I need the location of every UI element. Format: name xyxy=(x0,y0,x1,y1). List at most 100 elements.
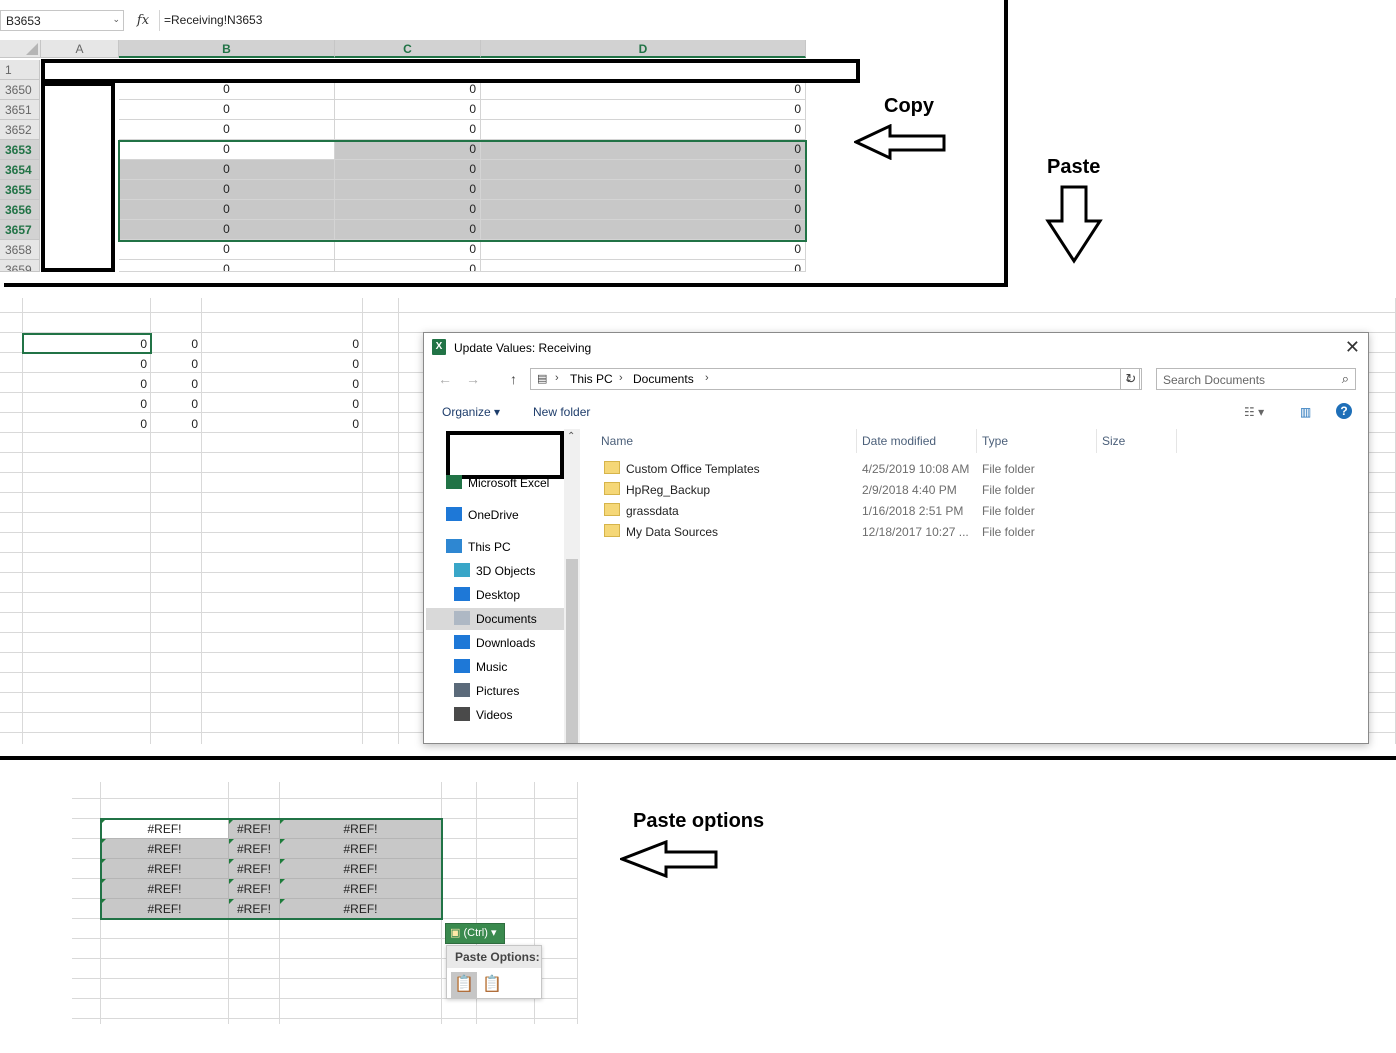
pasted-cell[interactable]: 0 xyxy=(150,357,198,371)
cell-d[interactable]: 0 xyxy=(481,260,806,272)
nav-item[interactable]: 3D Objects xyxy=(454,560,535,582)
nav-scrollbar[interactable]: ⌃ xyxy=(564,429,580,743)
error-indicator-icon[interactable] xyxy=(280,819,285,824)
paste-options-button[interactable]: ▣ (Ctrl) ▾ xyxy=(445,923,505,944)
cell-b[interactable]: 0 xyxy=(119,80,335,100)
ref-error-cell[interactable]: #REF! xyxy=(229,839,280,859)
pasted-cell[interactable]: 0 xyxy=(150,417,198,431)
cell-c[interactable]: 0 xyxy=(335,180,481,200)
ref-error-cell[interactable]: #REF! xyxy=(280,879,442,899)
ref-error-cell[interactable]: #REF! xyxy=(229,819,280,839)
error-indicator-icon[interactable] xyxy=(101,859,106,864)
new-folder-button[interactable]: New folder xyxy=(533,405,590,419)
error-indicator-icon[interactable] xyxy=(101,879,106,884)
error-indicator-icon[interactable] xyxy=(280,899,285,904)
cell-c[interactable]: 0 xyxy=(335,260,481,272)
cell-d[interactable]: 0 xyxy=(481,100,806,120)
ref-error-cell[interactable]: #REF! xyxy=(229,879,280,899)
refresh-icon[interactable]: ↻ xyxy=(1120,368,1142,390)
fx-icon[interactable]: fx xyxy=(128,10,158,31)
nav-item[interactable]: Videos xyxy=(454,704,512,726)
column-header-b[interactable]: B xyxy=(119,40,335,58)
cell-c[interactable]: 0 xyxy=(335,160,481,180)
row-header[interactable]: 3652 xyxy=(0,120,40,140)
col-header-size[interactable]: Size xyxy=(1102,434,1125,448)
address-segment-documents[interactable]: Documents xyxy=(633,372,694,386)
back-arrow-icon[interactable]: ← xyxy=(438,371,452,387)
error-indicator-icon[interactable] xyxy=(101,819,106,824)
column-header-c[interactable]: C xyxy=(335,40,481,58)
row-header[interactable]: 1 xyxy=(0,60,40,80)
error-indicator-icon[interactable] xyxy=(229,879,234,884)
close-icon[interactable]: ✕ xyxy=(1345,337,1360,358)
pasted-cell[interactable]: 0 xyxy=(201,417,359,431)
pasted-cell[interactable]: 0 xyxy=(150,337,198,351)
cell-b[interactable]: 0 xyxy=(119,140,335,160)
col-header-name[interactable]: Name xyxy=(601,434,633,448)
error-indicator-icon[interactable] xyxy=(280,859,285,864)
nav-item[interactable]: OneDrive xyxy=(446,504,519,526)
name-box[interactable]: B3653 ⌄ xyxy=(0,10,124,31)
cell-d[interactable]: 0 xyxy=(481,220,806,240)
chevron-up-icon[interactable]: ⌃ xyxy=(567,431,575,442)
file-row[interactable]: grassdata xyxy=(604,501,679,522)
error-indicator-icon[interactable] xyxy=(101,839,106,844)
preview-pane-icon[interactable]: ▥ xyxy=(1300,405,1311,419)
error-indicator-icon[interactable] xyxy=(229,899,234,904)
address-bar[interactable]: ▤ › This PC › Documents › ⌄ xyxy=(530,368,1140,390)
view-options-icon[interactable]: ☷ ▾ xyxy=(1244,405,1264,419)
file-row[interactable]: HpReg_Backup xyxy=(604,480,710,501)
column-header-d[interactable]: D xyxy=(481,40,806,58)
ref-error-cell[interactable]: #REF! xyxy=(280,839,442,859)
error-indicator-icon[interactable] xyxy=(229,859,234,864)
ref-error-cell[interactable]: #REF! xyxy=(101,879,229,899)
up-arrow-icon[interactable]: ↑ xyxy=(510,371,517,387)
pasted-cell[interactable]: 0 xyxy=(22,337,147,351)
select-all-corner[interactable] xyxy=(0,40,41,58)
nav-item[interactable]: Downloads xyxy=(454,632,535,654)
organize-button[interactable]: Organize ▾ xyxy=(442,405,500,419)
cell-d[interactable]: 0 xyxy=(481,120,806,140)
cell-d[interactable]: 0 xyxy=(481,240,806,260)
search-input[interactable]: Search Documents ⌕ xyxy=(1156,368,1356,390)
col-header-date[interactable]: Date modified xyxy=(862,434,936,448)
pasted-cell[interactable]: 0 xyxy=(201,337,359,351)
cell-c[interactable]: 0 xyxy=(335,200,481,220)
cell-c[interactable]: 0 xyxy=(335,220,481,240)
cell-d[interactable]: 0 xyxy=(481,80,806,100)
nav-item[interactable]: Pictures xyxy=(454,680,519,702)
pasted-cell[interactable]: 0 xyxy=(22,417,147,431)
cell-d[interactable]: 0 xyxy=(481,160,806,180)
ref-error-cell[interactable]: #REF! xyxy=(229,859,280,879)
ref-error-cell[interactable]: #REF! xyxy=(280,859,442,879)
cell-c[interactable]: 0 xyxy=(335,80,481,100)
col-header-type[interactable]: Type xyxy=(982,434,1008,448)
cell-d[interactable]: 0 xyxy=(481,140,806,160)
chevron-down-icon[interactable]: ⌄ xyxy=(112,14,120,25)
error-indicator-icon[interactable] xyxy=(101,899,106,904)
row-header[interactable]: 3659 xyxy=(0,260,40,272)
cell-b[interactable]: 0 xyxy=(119,100,335,120)
pasted-cell[interactable]: 0 xyxy=(201,377,359,391)
row-header[interactable]: 3656 xyxy=(0,200,40,220)
pasted-cell[interactable]: 0 xyxy=(22,377,147,391)
ref-error-cell[interactable]: #REF! xyxy=(101,819,229,839)
paste-values-icon[interactable]: 📋 xyxy=(479,972,505,998)
address-segment-this-pc[interactable]: This PC xyxy=(570,372,613,386)
cell-b[interactable]: 0 xyxy=(119,220,335,240)
cell-b[interactable]: 0 xyxy=(119,160,335,180)
error-indicator-icon[interactable] xyxy=(280,879,285,884)
ref-error-cell[interactable]: #REF! xyxy=(229,899,280,919)
ref-error-cell[interactable]: #REF! xyxy=(280,819,442,839)
nav-item[interactable]: This PC xyxy=(446,536,511,558)
cell-c[interactable]: 0 xyxy=(335,100,481,120)
pasted-cell[interactable]: 0 xyxy=(150,397,198,411)
row-header[interactable]: 3650 xyxy=(0,80,40,100)
column-header-a[interactable]: A xyxy=(41,40,119,58)
row-header[interactable]: 3654 xyxy=(0,160,40,180)
nav-item[interactable]: Desktop xyxy=(454,584,520,606)
pasted-cell[interactable]: 0 xyxy=(201,397,359,411)
row-header[interactable]: 3658 xyxy=(0,240,40,260)
cell-d[interactable]: 0 xyxy=(481,180,806,200)
pasted-cell[interactable]: 0 xyxy=(201,357,359,371)
